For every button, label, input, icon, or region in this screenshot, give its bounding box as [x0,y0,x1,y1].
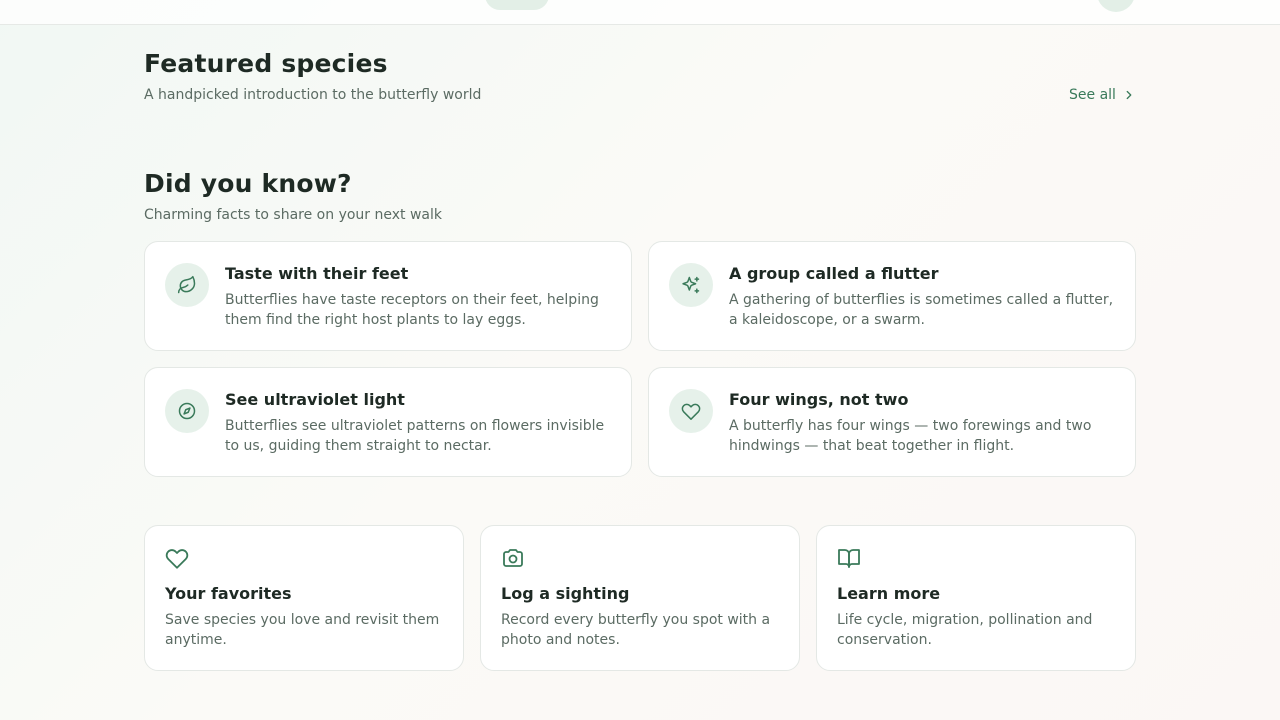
fact-icon-badge [669,263,713,307]
fact-card-four-wings: Four wings, not two A butterfly has four… [648,367,1136,477]
did-you-know-subtitle: Charming facts to share on your next wal… [144,207,442,223]
fact-icon-badge [165,263,209,307]
feature-title: Log a sighting [501,584,630,603]
feature-title: Your favorites [165,584,292,603]
fact-title: Four wings, not two [729,390,909,409]
fact-title: See ultraviolet light [225,390,405,409]
fact-card-taste: Taste with their feet Butterflies have t… [144,241,632,351]
top-navigation-bar [0,0,1280,25]
log-sighting-card[interactable]: Log a sighting Record every butterfly yo… [480,525,800,671]
heart-icon [165,549,189,569]
see-all-link[interactable]: See all [1069,86,1136,104]
feature-text: Life cycle, migration, pollination and c… [837,612,1093,648]
fact-icon-badge [165,389,209,433]
feature-title: Learn more [837,584,941,603]
chevron-right-icon [1126,90,1132,100]
featured-species-title: Featured species [144,49,388,78]
did-you-know-title: Did you know? [144,169,352,198]
nav-active-pill[interactable] [485,0,549,10]
fact-text: Butterflies see ultraviolet patterns on … [225,418,605,454]
feature-text: Save species you love and revisit them a… [165,612,440,648]
featured-species-subtitle: A handpicked introduction to the butterf… [144,87,482,103]
favorites-card[interactable]: Your favorites Save species you love and… [144,525,464,671]
fact-text: Butterflies have taste receptors on thei… [225,292,599,328]
see-all-label: See all [1069,87,1116,103]
compass-icon [178,402,196,420]
fact-text: A butterfly has four wings — two forewin… [729,418,1092,454]
camera-icon [503,549,523,567]
fact-text: A gathering of butterflies is sometimes … [729,292,1114,328]
fact-title: A group called a flutter [729,264,939,283]
feature-text: Record every butterfly you spot with a p… [501,612,771,648]
sparkles-icon [682,276,700,294]
book-open-icon [838,549,860,568]
avatar[interactable] [1097,0,1135,12]
learn-more-card[interactable]: Learn more Life cycle, migration, pollin… [816,525,1136,671]
leaf-icon [177,275,196,294]
fact-icon-badge [669,389,713,433]
fact-card-flutter: A group called a flutter A gathering of … [648,241,1136,351]
fact-title: Taste with their feet [225,264,409,283]
fact-card-ultraviolet: See ultraviolet light Butterflies see ul… [144,367,632,477]
heart-icon [681,403,701,420]
